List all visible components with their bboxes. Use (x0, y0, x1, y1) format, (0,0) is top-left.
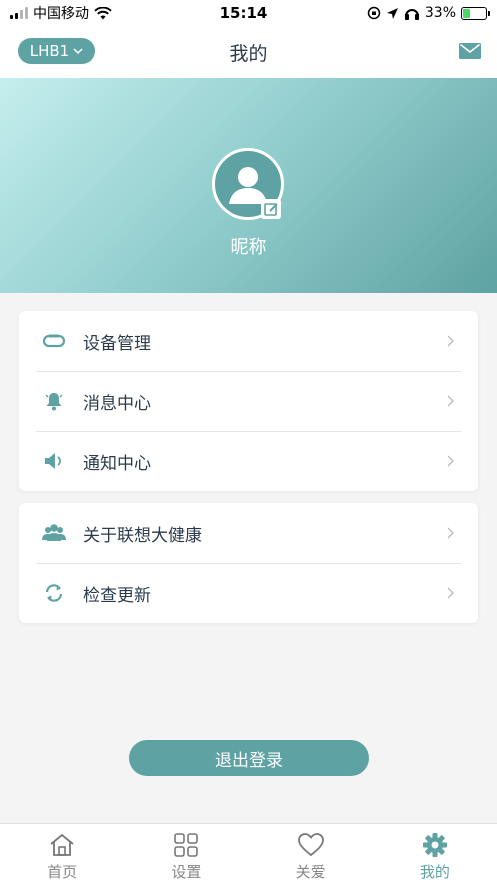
refresh-icon (41, 582, 67, 604)
menu-item-device-management[interactable]: 设备管理 (19, 311, 461, 371)
battery-percent: 33% (424, 5, 456, 21)
heart-icon (297, 833, 324, 857)
status-bar: 中国移动 15:14 33% (0, 0, 497, 26)
wifi-icon (94, 6, 112, 19)
menu-item-message-center[interactable]: 消息中心 (19, 371, 461, 431)
tab-settings[interactable]: 设置 (124, 824, 248, 883)
chevron-down-icon (73, 47, 83, 54)
grid-icon (174, 833, 199, 857)
battery-icon (461, 6, 490, 20)
tab-bar: 首页 设置 关爱 我的 (0, 823, 497, 883)
tab-home[interactable]: 首页 (0, 824, 124, 883)
menu-item-check-update[interactable]: 检查更新 (19, 563, 461, 623)
menu-item-about[interactable]: 关于联想大健康 (19, 503, 461, 563)
nickname[interactable]: 昵称 (0, 233, 497, 259)
chevron-right-icon (447, 527, 454, 539)
tab-mine[interactable]: 我的 (373, 824, 497, 883)
menu-card-2: 关于联想大健康 检查更新 (19, 503, 478, 623)
users-icon (41, 522, 67, 544)
chevron-right-icon (447, 455, 454, 467)
menu-item-label: 消息中心 (83, 393, 151, 414)
tab-label: 设置 (171, 863, 202, 881)
chevron-right-icon (447, 587, 454, 599)
speaker-icon (41, 450, 67, 472)
menu-item-label: 检查更新 (83, 585, 151, 606)
orientation-lock-icon (367, 6, 381, 20)
status-left: 中国移动 (10, 3, 180, 23)
tab-label: 我的 (419, 863, 450, 881)
battery-fill (463, 8, 471, 18)
chevron-right-icon (447, 395, 454, 407)
mail-icon[interactable] (459, 43, 481, 59)
location-icon (386, 7, 398, 19)
bell-icon (41, 390, 67, 412)
profile-header: 昵称 (0, 78, 497, 293)
nav-bar: LHB1 我的 (0, 26, 497, 78)
menu-item-label: 通知中心 (83, 453, 151, 474)
device-selector[interactable]: LHB1 (18, 38, 95, 64)
logout-button[interactable]: 退出登录 (129, 740, 369, 776)
carrier-name: 中国移动 (33, 6, 89, 22)
chevron-right-icon (447, 335, 454, 347)
tab-care[interactable]: 关爱 (249, 824, 373, 883)
menu-item-label: 设备管理 (83, 333, 151, 354)
tab-label: 关爱 (295, 863, 326, 881)
menu-item-notification-center[interactable]: 通知中心 (19, 431, 461, 491)
status-right: 33% (307, 5, 490, 21)
app-root: 中国移动 15:14 33% LHB1 我的 昵称 设备管理 消息中心 通知中心… (0, 0, 497, 883)
home-icon (50, 833, 74, 856)
status-time: 15:14 (219, 4, 268, 22)
menu-card-1: 设备管理 消息中心 通知中心 (19, 311, 478, 491)
edit-avatar-button[interactable] (261, 199, 281, 219)
headphones-icon (404, 9, 419, 20)
edit-icon (263, 202, 278, 216)
menu-item-label: 关于联想大健康 (83, 525, 202, 546)
device-label: LHB1 (29, 42, 70, 60)
device-band-icon (41, 330, 67, 352)
signal-icon (10, 7, 28, 19)
gear-icon (422, 833, 447, 857)
page-title: 我的 (229, 42, 268, 65)
tab-label: 首页 (47, 863, 78, 881)
